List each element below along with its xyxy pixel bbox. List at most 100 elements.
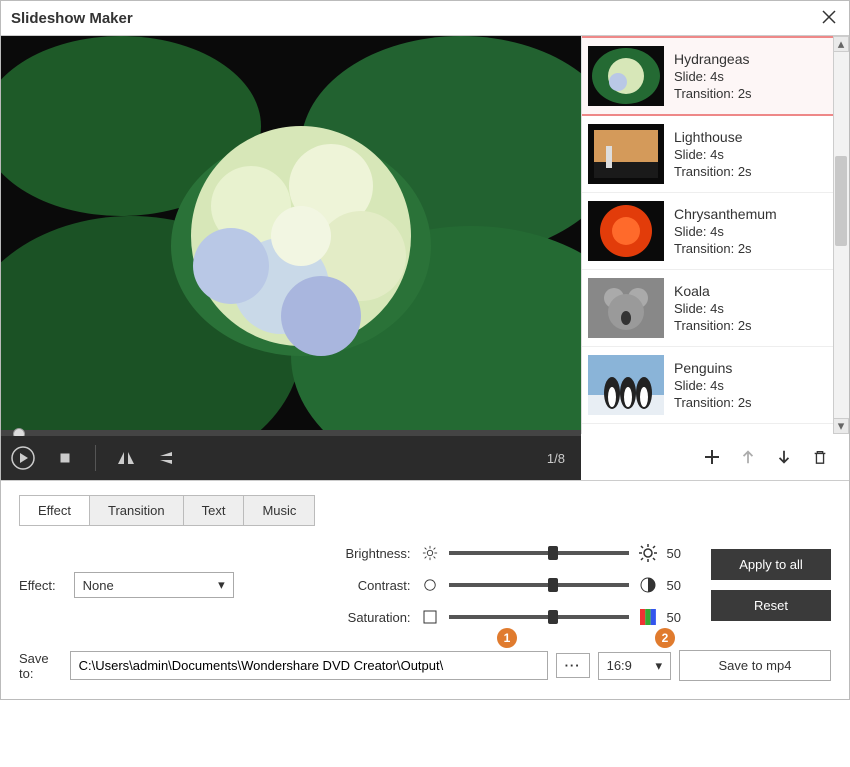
saturation-slider[interactable] [449, 615, 629, 619]
preview-svg [1, 36, 581, 436]
brightness-label: Brightness: [331, 546, 411, 561]
brightness-high-icon [639, 544, 657, 562]
list-item[interactable]: Penguins Slide: 4s Transition: 2s [582, 347, 849, 424]
contrast-value: 50 [667, 578, 681, 593]
tab-effect[interactable]: Effect [20, 496, 90, 525]
flip-horizontal-icon[interactable] [114, 446, 138, 470]
save-row: Save to: ··· 16:9 ▾ Save to mp4 1 2 [19, 650, 831, 681]
contrast-low-icon [421, 576, 439, 594]
thumb-koala [588, 278, 664, 338]
delete-icon[interactable] [811, 448, 829, 466]
thumb-slide: Slide: 4s [674, 147, 752, 162]
thumb-meta: Koala Slide: 4s Transition: 2s [674, 278, 752, 338]
tab-text[interactable]: Text [184, 496, 245, 525]
effect-buttons: Apply to all Reset [711, 549, 831, 621]
contrast-row: Contrast: 50 [331, 576, 681, 594]
tab-music[interactable]: Music [244, 496, 314, 525]
effect-label: Effect: [19, 578, 56, 593]
thumb-meta: Chrysanthemum Slide: 4s Transition: 2s [674, 201, 777, 261]
thumb-name: Chrysanthemum [674, 206, 777, 222]
thumb-hydrangeas [588, 46, 664, 106]
saturation-high-icon [639, 608, 657, 626]
thumb-lighthouse [588, 124, 664, 184]
contrast-label: Contrast: [331, 578, 411, 593]
contrast-slider[interactable] [449, 583, 629, 587]
aspect-ratio-dropdown[interactable]: 16:9 ▾ [598, 652, 671, 680]
player-controls: 1/8 [1, 436, 581, 480]
thumbnail-list[interactable]: Hydrangeas Slide: 4s Transition: 2s Ligh… [581, 36, 849, 434]
contrast-high-icon [639, 576, 657, 594]
thumb-name: Hydrangeas [674, 51, 752, 67]
annotation-1: 1 [497, 628, 517, 648]
stop-icon[interactable] [53, 446, 77, 470]
thumb-transition: Transition: 2s [674, 164, 752, 179]
list-item[interactable]: Koala Slide: 4s Transition: 2s [582, 270, 849, 347]
scrollbar[interactable]: ▴ ▾ [833, 36, 849, 434]
thumb-slide: Slide: 4s [674, 224, 777, 239]
progress-knob[interactable] [13, 428, 25, 436]
move-down-icon[interactable] [775, 448, 793, 466]
brightness-low-icon [421, 544, 439, 562]
saturation-low-icon [421, 608, 439, 626]
thumb-transition: Transition: 2s [674, 86, 752, 101]
ratio-value: 16:9 [607, 658, 632, 673]
chevron-down-icon: ▾ [655, 658, 662, 674]
chevron-down-icon: ▾ [218, 577, 225, 593]
thumb-transition: Transition: 2s [674, 318, 752, 333]
browse-button[interactable]: ··· [556, 653, 590, 678]
thumb-transition: Transition: 2s [674, 241, 777, 256]
preview-image [1, 36, 581, 436]
list-item[interactable]: Chrysanthemum Slide: 4s Transition: 2s [582, 193, 849, 270]
saturation-row: Saturation: 50 [331, 608, 681, 626]
saturation-value: 50 [667, 610, 681, 625]
side-actions [581, 434, 849, 480]
thumb-name: Penguins [674, 360, 752, 376]
scroll-up-icon[interactable]: ▴ [833, 36, 849, 52]
thumb-slide: Slide: 4s [674, 301, 752, 316]
apply-all-button[interactable]: Apply to all [711, 549, 831, 580]
effect-dropdown[interactable]: None ▾ [74, 572, 234, 598]
thumb-name: Lighthouse [674, 129, 752, 145]
thumb-name: Koala [674, 283, 752, 299]
flip-vertical-icon[interactable] [156, 446, 180, 470]
thumb-meta: Lighthouse Slide: 4s Transition: 2s [674, 124, 752, 184]
window-title: Slideshow Maker [11, 10, 133, 27]
list-item[interactable]: Hydrangeas Slide: 4s Transition: 2s [582, 36, 849, 116]
thumb-meta: Penguins Slide: 4s Transition: 2s [674, 355, 752, 415]
tabs: Effect Transition Text Music [19, 495, 315, 526]
list-item[interactable]: Lighthouse Slide: 4s Transition: 2s [582, 116, 849, 193]
effect-left: Effect: None ▾ [19, 572, 301, 598]
progress-bar[interactable] [1, 430, 581, 436]
close-icon[interactable] [821, 9, 839, 27]
brightness-value: 50 [667, 546, 681, 561]
move-up-icon[interactable] [739, 448, 757, 466]
slide-counter: 1/8 [547, 451, 571, 466]
save-label: Save to: [19, 651, 62, 681]
thumb-chrysanthemum [588, 201, 664, 261]
thumb-slide: Slide: 4s [674, 69, 752, 84]
sliders: Brightness: 50 Contrast: [331, 544, 681, 626]
save-path-input[interactable] [70, 651, 548, 680]
brightness-row: Brightness: 50 [331, 544, 681, 562]
preview-area: 1/8 [1, 36, 581, 480]
upper-panel: 1/8 Hydrangeas Slide: 4s Transition: 2s [1, 36, 849, 480]
thumb-slide: Slide: 4s [674, 378, 752, 393]
brightness-slider[interactable] [449, 551, 629, 555]
save-to-mp4-button[interactable]: Save to mp4 [679, 650, 831, 681]
add-icon[interactable] [703, 448, 721, 466]
separator [95, 445, 96, 471]
reset-button[interactable]: Reset [711, 590, 831, 621]
annotation-2: 2 [655, 628, 675, 648]
effect-section: Effect: None ▾ Brightness: 50 [19, 544, 831, 626]
thumb-meta: Hydrangeas Slide: 4s Transition: 2s [674, 46, 752, 106]
tab-transition[interactable]: Transition [90, 496, 184, 525]
scroll-thumb[interactable] [835, 156, 847, 246]
app-window: Slideshow Maker [0, 0, 850, 700]
scroll-down-icon[interactable]: ▾ [833, 418, 849, 434]
play-icon[interactable] [11, 446, 35, 470]
side-panel: Hydrangeas Slide: 4s Transition: 2s Ligh… [581, 36, 849, 480]
titlebar: Slideshow Maker [1, 1, 849, 36]
lower-panel: Effect Transition Text Music Effect: Non… [1, 480, 849, 699]
saturation-label: Saturation: [331, 610, 411, 625]
thumb-penguins [588, 355, 664, 415]
